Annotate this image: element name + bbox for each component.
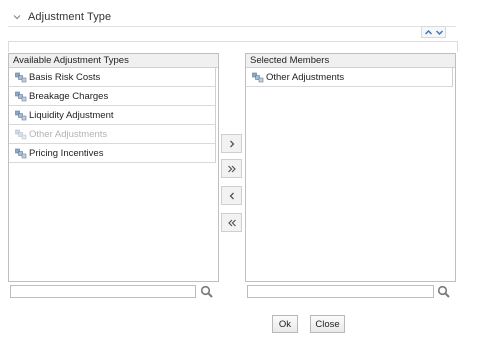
search-icon[interactable]: [200, 285, 214, 299]
section-header[interactable]: Adjustment Type: [12, 9, 111, 25]
ok-button[interactable]: Ok: [272, 315, 298, 333]
content-frame-top: [8, 41, 458, 52]
list-item-label: Other Adjustments: [29, 128, 108, 140]
expand-collapse-toggle[interactable]: [421, 26, 446, 38]
move-all-right-button[interactable]: [221, 159, 242, 178]
list-item[interactable]: Basis Risk Costs: [9, 68, 215, 87]
close-button[interactable]: Close: [310, 315, 345, 333]
selected-search-input[interactable]: [247, 285, 434, 298]
list-item[interactable]: Breakage Charges: [9, 87, 215, 106]
move-left-button[interactable]: [221, 186, 242, 205]
move-all-left-button[interactable]: [221, 213, 242, 232]
move-right-button[interactable]: [221, 134, 242, 153]
list-item[interactable]: Liquidity Adjustment: [9, 106, 215, 125]
chevron-down-icon[interactable]: [435, 29, 444, 36]
member-icon: [15, 72, 27, 82]
selected-list-header: Selected Members: [246, 54, 455, 68]
section-title: Adjustment Type: [28, 11, 112, 23]
header-divider: [8, 26, 456, 27]
list-item-label: Basis Risk Costs: [29, 71, 101, 83]
selected-list[interactable]: Other Adjustments: [246, 68, 453, 87]
member-icon: [15, 148, 27, 158]
list-item[interactable]: Other Adjustments: [9, 125, 215, 144]
chevron-left-icon: [229, 192, 234, 199]
search-icon[interactable]: [437, 285, 451, 299]
member-icon: [15, 110, 27, 120]
available-list-header: Available Adjustment Types: [9, 54, 218, 68]
list-item[interactable]: Other Adjustments: [246, 68, 452, 87]
available-search-input[interactable]: [10, 285, 196, 298]
member-icon: [15, 91, 27, 101]
double-chevron-left-icon: [227, 219, 236, 226]
member-icon: [15, 129, 27, 139]
list-item-label: Liquidity Adjustment: [29, 109, 114, 121]
member-icon: [252, 72, 264, 82]
list-item-label: Breakage Charges: [29, 90, 109, 102]
list-item[interactable]: Pricing Incentives: [9, 144, 215, 163]
list-item-label: Pricing Incentives: [29, 147, 104, 159]
double-chevron-right-icon: [227, 165, 236, 172]
selected-list-panel: Selected Members Other Adjustments: [245, 53, 456, 282]
list-item-label: Other Adjustments: [266, 71, 345, 83]
chevron-down-icon[interactable]: [12, 12, 22, 22]
chevron-up-icon[interactable]: [424, 29, 433, 36]
available-list-panel: Available Adjustment Types Basis Risk Co…: [8, 53, 219, 282]
chevron-right-icon: [229, 140, 234, 147]
available-list[interactable]: Basis Risk Costs Breakage Charges Liquid…: [9, 68, 216, 163]
